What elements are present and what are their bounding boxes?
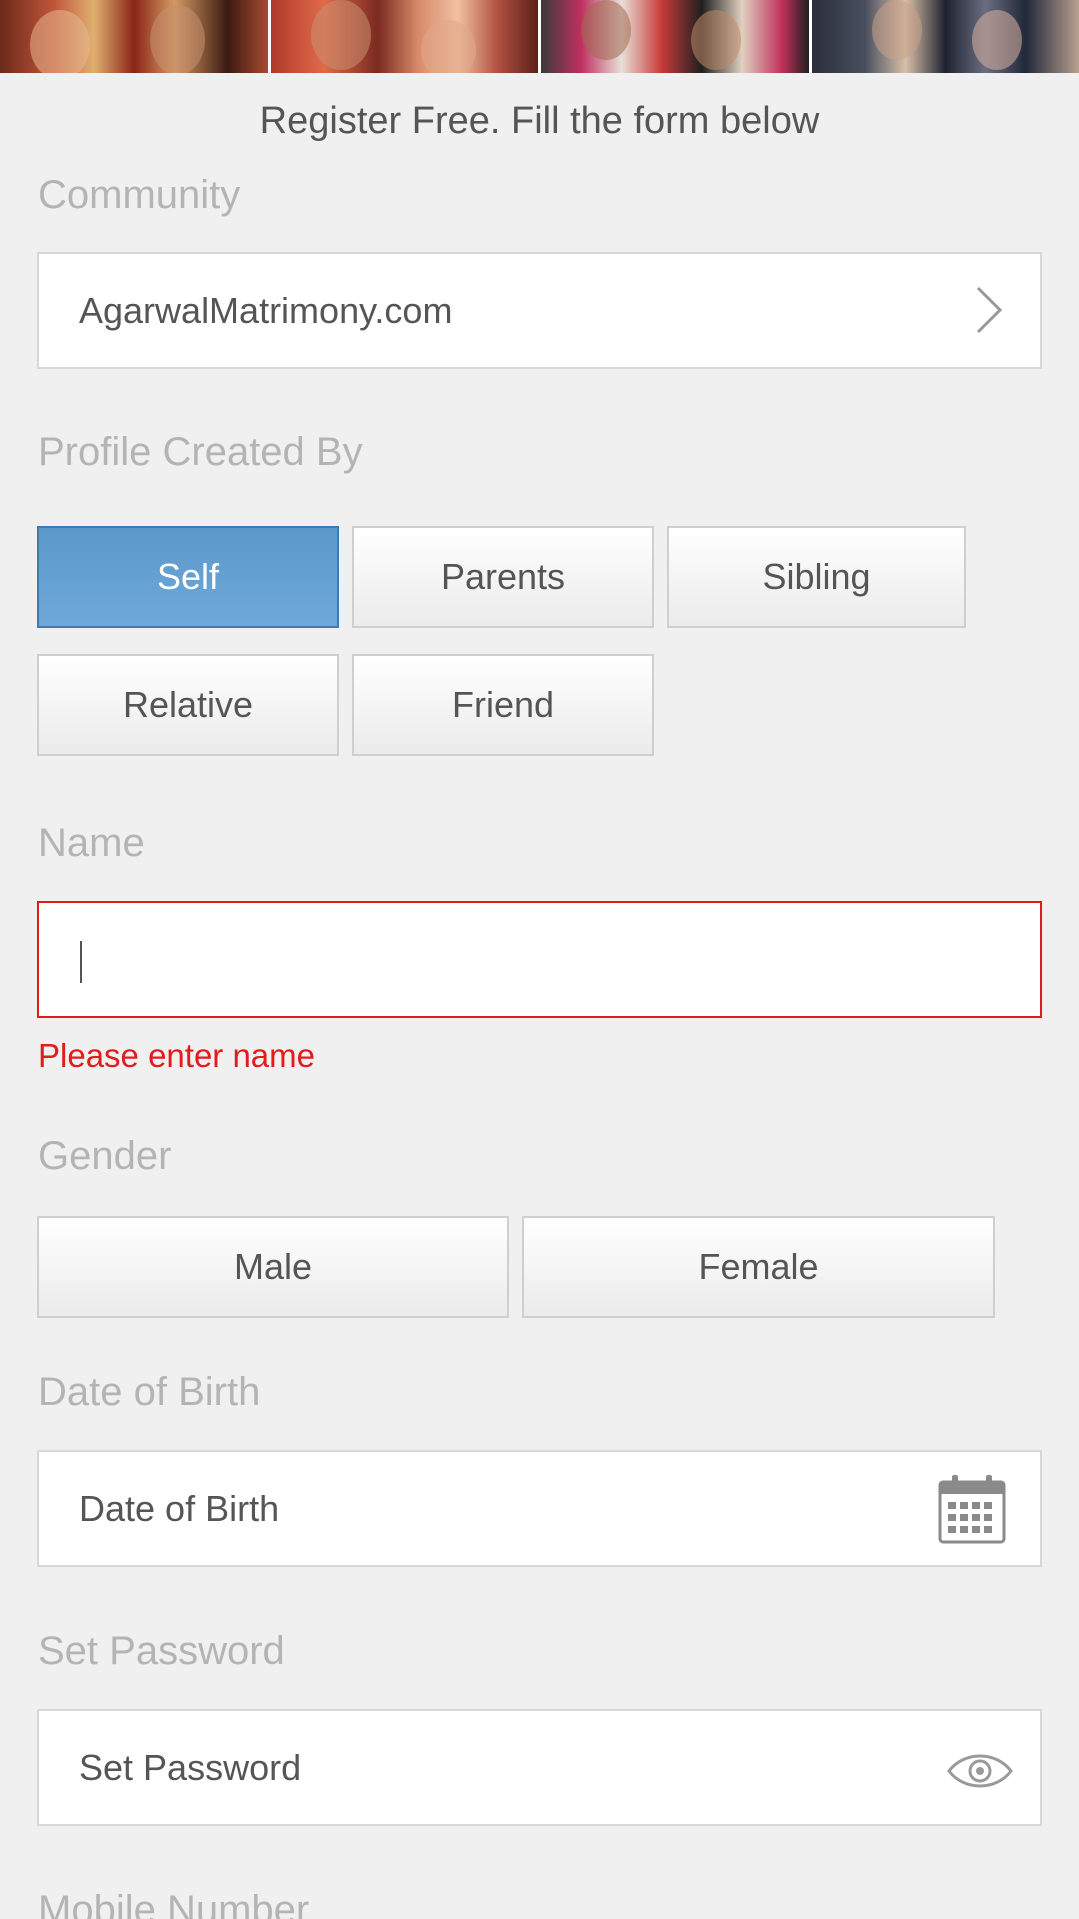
password-placeholder: Set Password bbox=[79, 1747, 302, 1788]
dob-placeholder: Date of Birth bbox=[79, 1488, 280, 1529]
dob-label: Date of Birth bbox=[38, 1370, 261, 1414]
eye-icon[interactable] bbox=[946, 1749, 1014, 1793]
name-label: Name bbox=[38, 821, 145, 865]
banner-photo bbox=[0, 0, 268, 73]
option-female[interactable]: Female bbox=[522, 1216, 995, 1318]
chevron-right-icon bbox=[976, 286, 1003, 334]
gender-label: Gender bbox=[38, 1134, 172, 1178]
dob-input[interactable]: Date of Birth bbox=[37, 1450, 1042, 1567]
profile-created-by-label: Profile Created By bbox=[38, 430, 363, 474]
option-relative[interactable]: Relative bbox=[37, 654, 339, 756]
community-select[interactable]: AgarwalMatrimony.com bbox=[37, 252, 1042, 369]
mobile-label: Mobile Number bbox=[38, 1888, 310, 1919]
header-banner bbox=[0, 0, 1079, 73]
banner-photo bbox=[538, 0, 809, 73]
password-input[interactable]: Set Password bbox=[37, 1709, 1042, 1826]
password-label: Set Password bbox=[38, 1629, 285, 1673]
text-caret bbox=[80, 941, 82, 983]
name-input[interactable] bbox=[37, 901, 1042, 1018]
option-parents[interactable]: Parents bbox=[352, 526, 654, 628]
option-friend[interactable]: Friend bbox=[352, 654, 654, 756]
name-error-message: Please enter name bbox=[38, 1037, 316, 1074]
community-label: Community bbox=[38, 173, 241, 217]
form-heading: Register Free. Fill the form below bbox=[259, 100, 820, 142]
banner-photo bbox=[808, 0, 1079, 73]
community-value: AgarwalMatrimony.com bbox=[79, 290, 453, 331]
option-self[interactable]: Self bbox=[37, 526, 339, 628]
option-male[interactable]: Male bbox=[37, 1216, 509, 1318]
calendar-icon[interactable] bbox=[938, 1474, 1006, 1544]
banner-photo bbox=[267, 0, 538, 73]
option-sibling[interactable]: Sibling bbox=[667, 526, 966, 628]
